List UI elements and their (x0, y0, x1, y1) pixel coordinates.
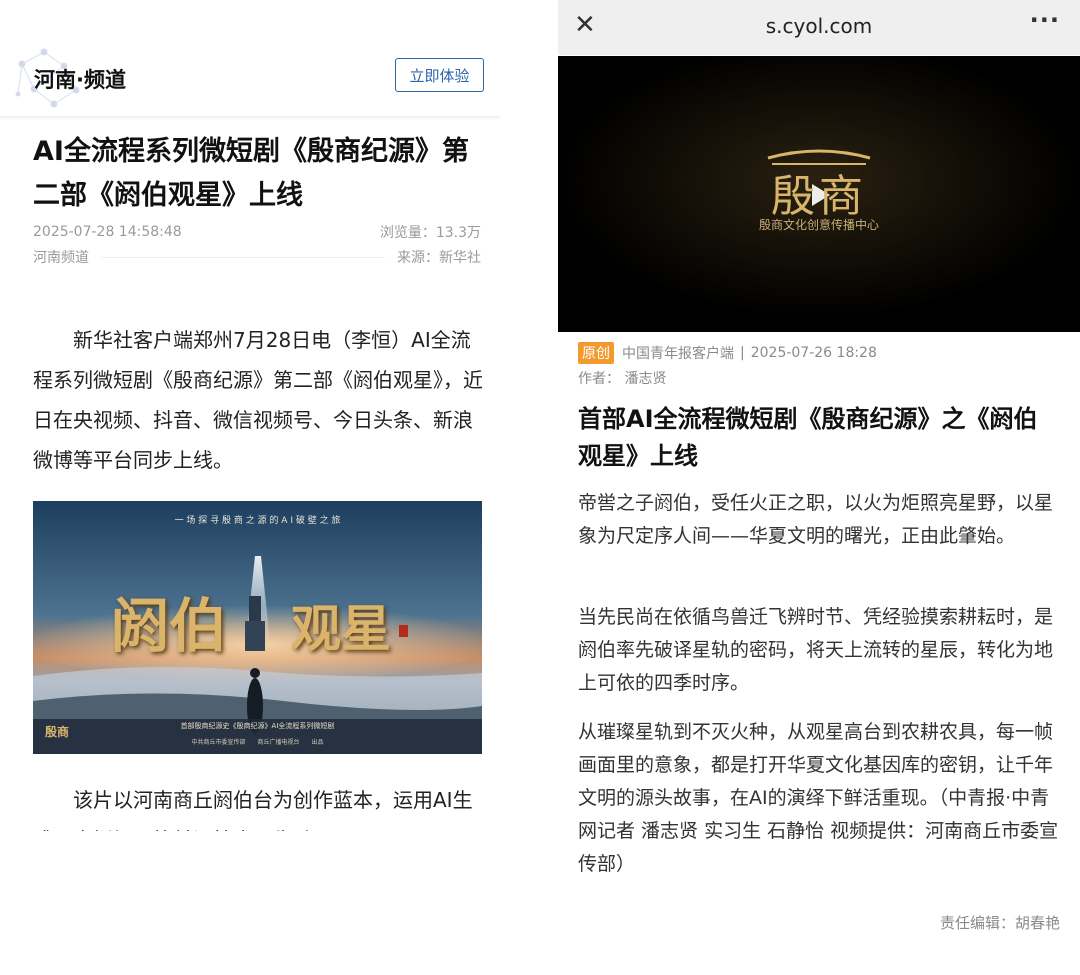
video-logo-text: 殷商 (771, 171, 867, 222)
outlet-name[interactable]: 中国青年报客户端 (622, 343, 734, 363)
article-meta-row: 原创 中国青年报客户端 | 2025-07-26 18:28 (578, 342, 877, 364)
channel-header: 河南·频道 立即体验 (0, 34, 520, 116)
poster-tagline: 一 场 探 寻 殷 商 之 源 的 A I 破 壁 之 旅 (174, 516, 341, 526)
url-label: s.cyol.com (765, 14, 873, 38)
poster-artwork (33, 501, 482, 754)
more-icon[interactable]: ··· (1030, 6, 1060, 34)
publish-datetime: 2025-07-28 14:58:48 (33, 224, 182, 240)
screenshot-cutoff (0, 831, 520, 975)
article-title: 首部AI全流程微短剧《殷商纪源》之《阏伯观星》上线 (578, 405, 1038, 470)
article-source-row: 河南频道 来源：新华社 (33, 247, 481, 267)
poster-title-right: 观星 (291, 599, 391, 658)
red-seal-icon (399, 625, 408, 637)
header-divider (0, 116, 500, 120)
video-player[interactable]: 殷商 殷商文化创意传播中心 (558, 56, 1080, 332)
try-now-button[interactable]: 立即体验 (395, 58, 484, 92)
channel-brand: 河南·频道 (34, 68, 126, 92)
left-article-screenshot: 河南·频道 立即体验 AI全流程系列微短剧《殷商纪源》第二部《阏伯观星》上线 2… (0, 0, 520, 975)
original-badge: 原创 (578, 342, 614, 364)
publish-datetime: 2025-07-26 18:28 (750, 345, 877, 361)
poster-image[interactable]: 一 场 探 寻 殷 商 之 源 的 A I 破 壁 之 旅 阏伯 观星 首部殷商… (33, 501, 482, 754)
article-title: AI全流程系列微短剧《殷商纪源》第二部《阏伯观星》上线 (33, 136, 469, 211)
poster-corner-logo: 殷商 (45, 725, 70, 739)
meta-separator: | (740, 345, 745, 361)
right-article-screenshot: ✕ s.cyol.com ··· 殷商 殷商文化创意传播中心 原创 中国青年报客… (558, 0, 1080, 975)
poster-title-left: 阏伯 (111, 592, 228, 660)
channel-link[interactable]: 河南频道 (33, 247, 89, 267)
poster-credits: 中共商丘市委宣传部 商丘广播电视台 出品 (191, 739, 324, 746)
article-paragraph: 新华社客户端郑州7月28日电（李恒）AI全流程系列微短剧《殷商纪源》第二部《阏伯… (33, 328, 483, 472)
view-count: 浏览量：13.3万 (379, 225, 481, 241)
article-paragraph: 当先民尚在依循鸟兽迁飞辨时节、凭经验摸索耕耘时，是阏伯率先破译星轨的密码，将天上… (578, 606, 1054, 694)
article-paragraph: 帝喾之子阏伯，受任火正之职，以火为炬照亮星野，以星象为尺定序人间——华夏文明的曙… (578, 492, 1054, 547)
article-meta-row: 2025-07-28 14:58:48 浏览量：13.3万 (33, 222, 481, 242)
video-subtitle: 殷商文化创意传播中心 (758, 218, 879, 232)
source-label: 来源：新华社 (397, 250, 481, 266)
browser-top-bar: ✕ s.cyol.com ··· (558, 0, 1080, 55)
meta-divider (101, 256, 385, 258)
author-label: 作者： 潘志贤 (578, 371, 667, 387)
article-paragraph: 从璀璨星轨到不灭火种，从观星高台到农耕农具，每一帧画面里的意象，都是打开华夏文化… (578, 721, 1059, 875)
responsible-editor: 责任编辑：胡春艳 (939, 914, 1060, 932)
poster-footer-line: 首部殷商纪源史《殷商纪源》AI全流程系列微短剧 (180, 722, 335, 730)
